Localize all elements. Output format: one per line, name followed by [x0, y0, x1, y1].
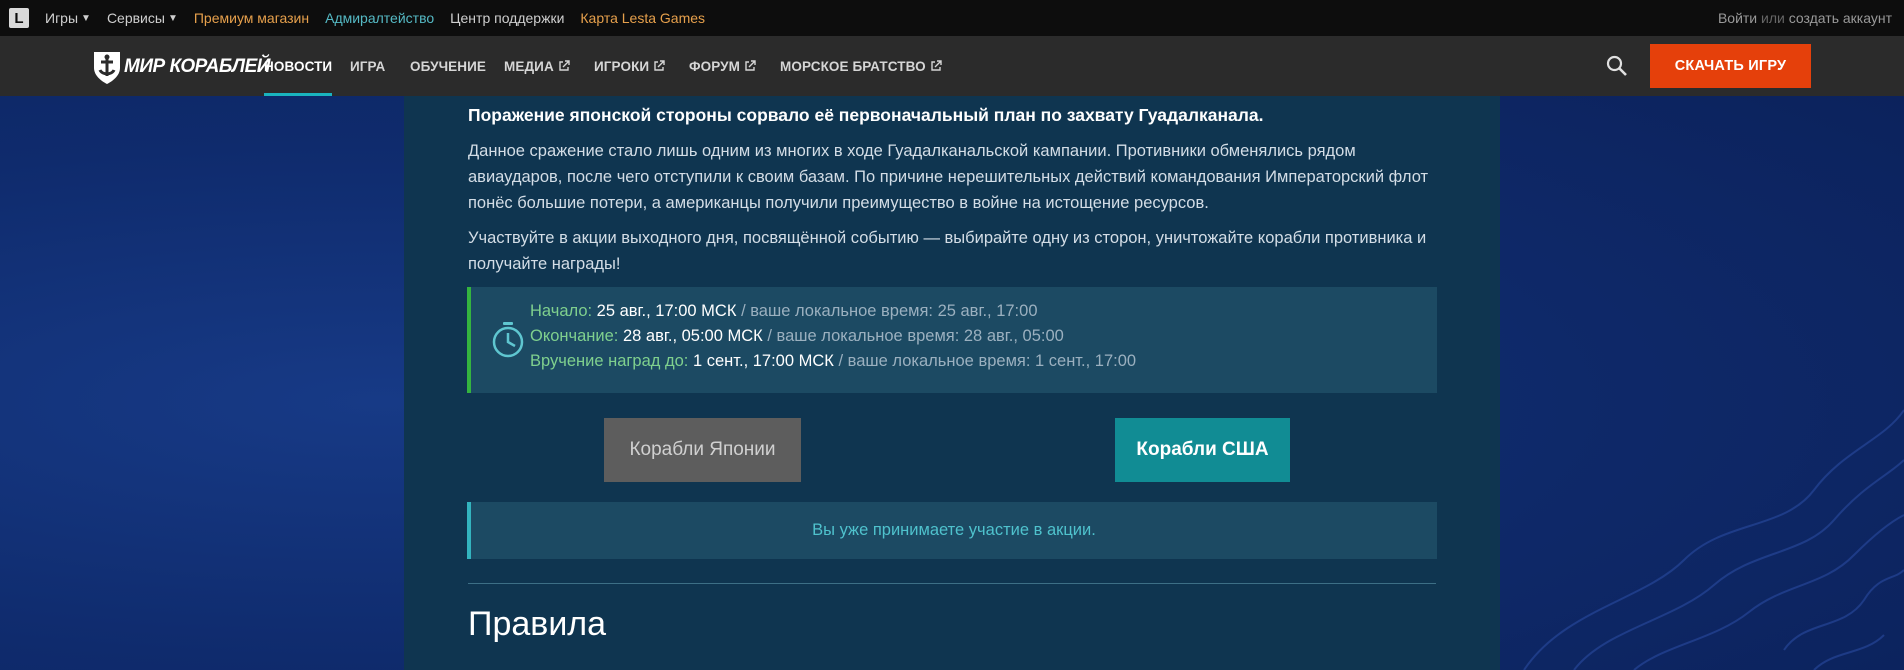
logo-text: МИР КОРАБЛЕЙ	[124, 56, 270, 77]
status-text: Вы уже принимаете участие в акции.	[812, 521, 1096, 539]
nav-item-news[interactable]: НОВОСТИ	[264, 36, 333, 96]
register-link[interactable]: создать аккаунт	[1789, 10, 1892, 26]
date-local: / ваше локальное время: 25 авг., 17:00	[741, 302, 1038, 320]
top-bar: L Игры ▼ Сервисы ▼ Премиум магазин Адмир…	[0, 0, 1904, 36]
external-link-icon	[654, 60, 665, 71]
lesta-logo[interactable]: L	[9, 8, 29, 28]
game-logo[interactable]: МИР КОРАБЛЕЙ	[92, 48, 270, 86]
date-label: Начало:	[530, 302, 593, 320]
rules-heading: Правила	[468, 605, 607, 643]
stopwatch-icon	[492, 322, 524, 358]
topbar-item-label: Карта Lesta Games	[580, 10, 706, 26]
nav-item-players[interactable]: ИГРОКИ	[594, 36, 665, 96]
nav-item-learning[interactable]: ОБУЧЕНИЕ	[410, 36, 486, 96]
nav-item-label: ИГРА	[350, 58, 386, 74]
nav-item-label: НОВОСТИ	[264, 58, 333, 74]
article-paragraph: Данное сражение стало лишь одним из мног…	[468, 142, 1429, 212]
nav-item-label: ОБУЧЕНИЕ	[410, 58, 487, 74]
topbar-item-label: Премиум магазин	[193, 10, 310, 26]
external-link-icon	[559, 60, 570, 71]
or-text: или	[1761, 10, 1785, 26]
download-game-button[interactable]: СКАЧАТЬ ИГРУ	[1650, 44, 1811, 88]
date-end: Окончание: 28 авг., 05:00 МСК / ваше лок…	[530, 327, 1064, 346]
date-label: Окончание:	[530, 327, 619, 345]
date-value: 28 авг., 05:00 МСК	[622, 327, 763, 345]
usa-ships-button[interactable]: Корабли США	[1115, 418, 1290, 482]
event-dates-box: Начало: 25 авг., 17:00 МСК / ваше локаль…	[467, 287, 1437, 393]
topbar-item-premium-shop[interactable]: Премиум магазин	[194, 10, 309, 26]
nav-item-label: ИГРОКИ	[594, 58, 650, 74]
chevron-down-icon: ▼	[167, 12, 178, 24]
participation-status: Вы уже принимаете участие в акции.	[467, 502, 1437, 559]
article-bold-line: Поражение японской стороны сорвало её пе…	[468, 105, 1264, 125]
topbar-item-services[interactable]: Сервисы ▼	[107, 10, 178, 26]
japan-ships-button[interactable]: Корабли Японии	[604, 418, 801, 482]
topbar-item-label: Игры	[45, 10, 79, 26]
topbar-item-support[interactable]: Центр поддержки	[450, 10, 564, 26]
topbar-item-games[interactable]: Игры ▼	[45, 10, 91, 26]
topbar-item-lesta-card[interactable]: Карта Lesta Games	[580, 10, 705, 26]
date-value: 25 авг., 17:00 МСК	[596, 302, 737, 320]
date-local: / ваше локальное время: 28 авг., 05:00	[767, 327, 1064, 345]
main-navigation: МИР КОРАБЛЕЙ НОВОСТИ ИГРА ОБУЧЕНИЕ МЕДИА…	[0, 36, 1904, 96]
topbar-item-admiralty[interactable]: Адмиралтейство	[325, 10, 434, 26]
date-local: / ваше локальное время: 1 сент., 17:00	[838, 352, 1137, 370]
nav-item-brotherhood[interactable]: МОРСКОЕ БРАТСТВО	[780, 36, 942, 96]
section-divider	[468, 583, 1436, 584]
account-links: Войти или создать аккаунт	[1718, 10, 1892, 26]
search-icon[interactable]	[1605, 54, 1629, 78]
map-contour-decoration	[1523, 409, 1904, 670]
date-rewards: Вручение наград до: 1 сент., 17:00 МСК /…	[530, 352, 1136, 371]
nav-item-media[interactable]: МЕДИА	[504, 36, 570, 96]
external-link-icon	[930, 60, 942, 71]
nav-item-game[interactable]: ИГРА	[350, 36, 385, 96]
nav-item-forum[interactable]: ФОРУМ	[689, 36, 756, 96]
nav-item-label: МОРСКОЕ БРАТСТВО	[780, 58, 926, 74]
topbar-item-label: Сервисы	[106, 10, 165, 26]
date-start: Начало: 25 авг., 17:00 МСК / ваше локаль…	[530, 302, 1038, 321]
chevron-down-icon: ▼	[81, 12, 91, 24]
date-label: Вручение наград до:	[530, 352, 689, 370]
article-paragraph: Участвуйте в акции выходного дня, посвящ…	[468, 229, 1427, 273]
nav-item-label: ФОРУМ	[689, 58, 740, 74]
anchor-shield-icon	[94, 52, 120, 84]
nav-item-label: МЕДИА	[504, 58, 554, 74]
topbar-item-label: Центр поддержки	[450, 10, 565, 26]
date-value: 1 сент., 17:00 МСК	[692, 352, 834, 370]
external-link-icon	[745, 60, 756, 71]
login-link[interactable]: Войти	[1718, 10, 1757, 26]
topbar-item-label: Адмиралтейство	[325, 10, 435, 26]
